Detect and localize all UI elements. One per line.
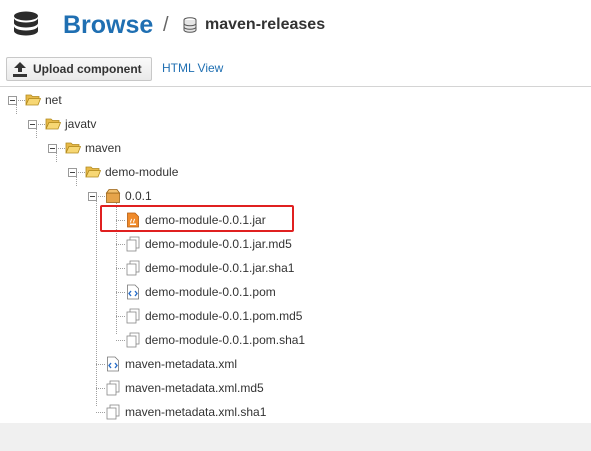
tree-connector <box>116 316 125 317</box>
tree-node-jar-sha1[interactable]: demo-module-0.0.1.jar.sha1 <box>145 260 294 276</box>
tree-guide <box>96 200 97 406</box>
package-icon <box>105 189 121 203</box>
page-header: Browse / maven-releases <box>0 0 591 50</box>
collapse-toggle[interactable] <box>88 192 97 201</box>
tree-node-javatv[interactable]: javatv <box>65 116 96 132</box>
footer-area <box>0 423 591 451</box>
tree-node-metadata-md5[interactable]: maven-metadata.xml.md5 <box>125 380 264 396</box>
tree-node-pom[interactable]: demo-module-0.0.1.pom <box>145 284 276 300</box>
upload-component-label: Upload component <box>33 62 142 76</box>
tree-node-pom-sha1[interactable]: demo-module-0.0.1.pom.sha1 <box>145 332 305 348</box>
tree-connector <box>96 364 105 365</box>
page-title[interactable]: Browse <box>63 10 153 40</box>
tree-connector <box>116 292 125 293</box>
selection-highlight <box>100 205 294 232</box>
collapse-toggle[interactable] <box>68 168 77 177</box>
tree-guide <box>56 152 57 162</box>
folder-open-icon <box>25 94 41 106</box>
database-icon <box>14 11 38 36</box>
tree-connector <box>96 412 105 413</box>
file-copy-icon <box>126 308 140 324</box>
collapse-toggle[interactable] <box>48 144 57 153</box>
tree-connector <box>36 124 45 125</box>
repository-name: maven-releases <box>205 16 326 33</box>
file-copy-icon <box>126 260 140 276</box>
tree-guide <box>16 104 17 114</box>
tree-connector <box>116 340 125 341</box>
collapse-toggle[interactable] <box>28 120 37 129</box>
xml-file-icon <box>127 284 139 300</box>
repository-icon <box>183 17 197 33</box>
upload-component-button[interactable]: Upload component <box>6 57 152 81</box>
breadcrumb-separator: / <box>163 14 169 36</box>
tree-node-maven[interactable]: maven <box>85 140 121 156</box>
tree-connector <box>116 244 125 245</box>
file-copy-icon <box>126 332 140 348</box>
folder-open-icon <box>65 142 81 154</box>
tree-node-demo-module[interactable]: demo-module <box>105 164 178 180</box>
file-copy-icon <box>106 380 120 396</box>
tree-node-net[interactable]: net <box>45 92 62 108</box>
tree-connector <box>56 148 65 149</box>
collapse-toggle[interactable] <box>8 96 17 105</box>
folder-open-icon <box>45 118 61 130</box>
folder-open-icon <box>85 166 101 178</box>
tree-node-metadata-xml[interactable]: maven-metadata.xml <box>125 356 237 372</box>
tree-connector <box>116 268 125 269</box>
tree-connector <box>96 196 105 197</box>
html-view-link[interactable]: HTML View <box>162 61 223 76</box>
file-copy-icon <box>126 236 140 252</box>
tree-node-version[interactable]: 0.0.1 <box>125 188 152 204</box>
tree-node-metadata-sha1[interactable]: maven-metadata.xml.sha1 <box>125 404 266 420</box>
component-tree: net javatv maven demo-module 0.0.1 demo-… <box>0 87 591 423</box>
tree-node-jar-md5[interactable]: demo-module-0.0.1.jar.md5 <box>145 236 292 252</box>
xml-file-icon <box>107 356 119 372</box>
tree-connector <box>16 100 25 101</box>
tree-node-pom-md5[interactable]: demo-module-0.0.1.pom.md5 <box>145 308 302 324</box>
tree-guide <box>76 176 77 186</box>
tree-connector <box>76 172 85 173</box>
file-copy-icon <box>106 404 120 420</box>
tree-guide <box>36 128 37 138</box>
upload-icon <box>13 62 27 77</box>
tree-connector <box>96 388 105 389</box>
